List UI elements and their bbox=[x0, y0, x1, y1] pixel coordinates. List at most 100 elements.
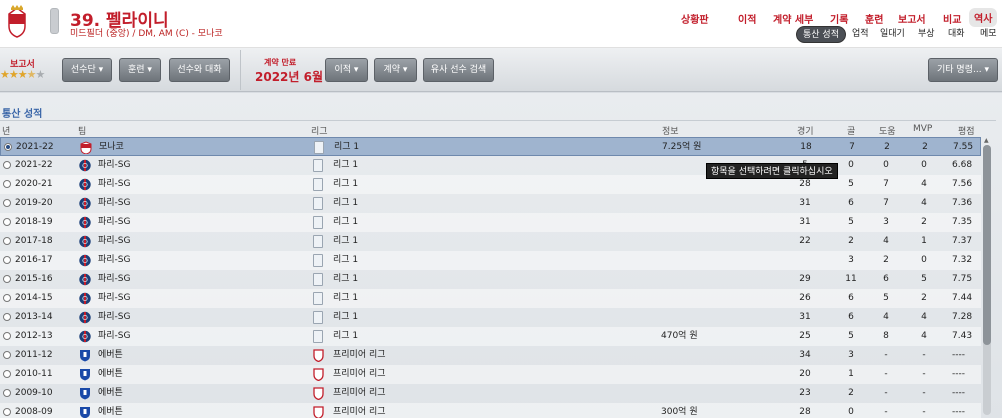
table-row[interactable]: 2018-19 파리-SG 리그 1 31 5 3 2 7.35 bbox=[0, 213, 981, 232]
nav-contract[interactable]: 계약 세부 bbox=[773, 11, 813, 26]
cell-team[interactable]: 에버튼 bbox=[98, 384, 123, 403]
table-row[interactable]: 2013-14 파리-SG 리그 1 31 6 4 4 7.28 bbox=[0, 308, 981, 327]
cell-league[interactable]: 리그 1 bbox=[333, 213, 358, 232]
row-select-radio[interactable] bbox=[3, 332, 11, 340]
col-header-year[interactable]: 년 bbox=[2, 124, 10, 137]
cell-league[interactable]: 프리미어 리그 bbox=[333, 346, 386, 365]
cell-goals: 5 bbox=[848, 217, 854, 227]
cell-team[interactable]: 에버튼 bbox=[98, 346, 123, 365]
nav-stats[interactable]: 기록 bbox=[830, 11, 848, 26]
col-header-apps[interactable]: 경기 bbox=[797, 124, 814, 137]
col-header-assists[interactable]: 도움 bbox=[879, 124, 896, 137]
row-select-radio[interactable] bbox=[3, 180, 11, 188]
cell-league[interactable]: 리그 1 bbox=[333, 175, 358, 194]
cell-league[interactable]: 리그 1 bbox=[334, 138, 359, 157]
table-row[interactable]: 2010-11 에버튼 프리미어 리그 20 1- - ---- bbox=[0, 365, 981, 384]
cell-team[interactable]: 에버튼 bbox=[98, 365, 123, 384]
cell-league[interactable]: 리그 1 bbox=[333, 251, 358, 270]
tab-biography[interactable]: 일대기 bbox=[880, 26, 905, 43]
contract-button[interactable]: 계약 ▾ bbox=[374, 58, 417, 82]
row-select-radio[interactable] bbox=[3, 370, 11, 378]
transfer-button[interactable]: 이적 ▾ bbox=[325, 58, 368, 82]
cell-team[interactable]: 파리-SG bbox=[98, 327, 131, 346]
row-select-radio[interactable] bbox=[3, 275, 11, 283]
table-row[interactable]: 2009-10 에버튼 프리미어 리그 23 2- - ---- bbox=[0, 384, 981, 403]
talk-to-player-button[interactable]: 선수와 대화 bbox=[169, 58, 230, 82]
table-row[interactable]: 2016-17 파리-SG 리그 1 3 2 0 7.32 bbox=[0, 251, 981, 270]
cell-team[interactable]: 파리-SG bbox=[98, 251, 131, 270]
cell-league[interactable]: 리그 1 bbox=[333, 156, 358, 175]
training-button[interactable]: 훈련 ▾ bbox=[119, 58, 161, 82]
cell-team[interactable]: 파리-SG bbox=[98, 194, 131, 213]
nav-transfer[interactable]: 이적 bbox=[738, 11, 756, 26]
cell-league[interactable]: 리그 1 bbox=[333, 270, 358, 289]
squad-button[interactable]: 선수단 ▾ bbox=[62, 58, 112, 82]
cell-league[interactable]: 리그 1 bbox=[333, 327, 358, 346]
cell-league[interactable]: 리그 1 bbox=[333, 308, 358, 327]
row-select-radio[interactable] bbox=[3, 218, 11, 226]
cell-league[interactable]: 프리미어 리그 bbox=[333, 384, 386, 403]
table-row[interactable]: 2012-13 파리-SG 리그 1 470억 원 25 5 8 4 7.43 bbox=[0, 327, 981, 346]
table-row[interactable]: 2014-15 파리-SG 리그 1 26 6 5 2 7.44 bbox=[0, 289, 981, 308]
row-select-radio[interactable] bbox=[3, 294, 11, 302]
tab-notes[interactable]: 메모 bbox=[980, 26, 997, 43]
cell-league[interactable]: 프리미어 리그 bbox=[333, 403, 386, 418]
cell-team[interactable]: 모나코 bbox=[99, 138, 124, 157]
cell-team[interactable]: 파리-SG bbox=[98, 175, 131, 194]
cell-team[interactable]: 파리-SG bbox=[98, 213, 131, 232]
cell-team[interactable]: 파리-SG bbox=[98, 270, 131, 289]
cell-team[interactable]: 파리-SG bbox=[98, 289, 131, 308]
table-row[interactable]: 2011-12 에버튼 프리미어 리그 34 3- - ---- bbox=[0, 346, 981, 365]
other-commands-button[interactable]: 기타 명령... ▾ bbox=[928, 58, 998, 82]
table-row[interactable]: 2017-18 파리-SG 리그 1 22 2 4 1 7.37 bbox=[0, 232, 981, 251]
ligue1-icon bbox=[313, 159, 323, 172]
premier-league-icon bbox=[313, 368, 324, 381]
tab-conversations[interactable]: 대화 bbox=[948, 26, 965, 43]
row-select-radio[interactable] bbox=[3, 256, 11, 264]
cell-league[interactable]: 리그 1 bbox=[333, 232, 358, 251]
cell-team[interactable]: 파리-SG bbox=[98, 308, 131, 327]
row-select-radio[interactable] bbox=[4, 143, 12, 151]
table-row[interactable]: 2021-22 모나코 리그 1 7.25억 원 18 7 2 2 7.55 bbox=[0, 137, 981, 156]
col-header-info[interactable]: 정보 bbox=[662, 124, 679, 137]
cell-team[interactable]: 에버튼 bbox=[98, 403, 123, 418]
tab-career-stats[interactable]: 통산 성적 bbox=[796, 26, 846, 43]
table-row[interactable]: 2015-16 파리-SG 리그 1 29 11 6 5 7.75 bbox=[0, 270, 981, 289]
col-header-rating[interactable]: 평점 bbox=[958, 124, 975, 137]
row-select-radio[interactable] bbox=[3, 161, 11, 169]
row-select-radio[interactable] bbox=[3, 313, 11, 321]
nav-reports[interactable]: 보고서 bbox=[898, 11, 926, 26]
col-header-mvp[interactable]: MVP bbox=[913, 124, 932, 134]
cell-league[interactable]: 리그 1 bbox=[333, 194, 358, 213]
player-menu-handle[interactable] bbox=[50, 8, 59, 34]
row-select-radio[interactable] bbox=[3, 351, 11, 359]
vertical-scrollbar[interactable] bbox=[983, 145, 991, 415]
scroll-up-icon[interactable]: ▲ bbox=[984, 137, 989, 144]
row-select-radio[interactable] bbox=[3, 237, 11, 245]
cell-rating: 7.44 bbox=[952, 293, 973, 303]
nav-training[interactable]: 훈련 bbox=[865, 11, 883, 26]
nav-overview[interactable]: 상황판 bbox=[681, 11, 709, 26]
row-select-radio[interactable] bbox=[3, 408, 11, 416]
row-select-radio[interactable] bbox=[3, 199, 11, 207]
col-header-team[interactable]: 팀 bbox=[78, 124, 86, 137]
cell-league[interactable]: 프리미어 리그 bbox=[333, 365, 386, 384]
cell-fee: 300억 원 bbox=[661, 407, 698, 417]
cell-team[interactable]: 파리-SG bbox=[98, 156, 131, 175]
scrollbar-thumb[interactable] bbox=[983, 145, 991, 345]
col-header-league[interactable]: 리그 bbox=[311, 124, 328, 137]
table-row[interactable]: 2019-20 파리-SG 리그 1 31 6 7 4 7.36 bbox=[0, 194, 981, 213]
premier-league-icon bbox=[313, 406, 324, 418]
cell-league[interactable]: 리그 1 bbox=[333, 289, 358, 308]
col-header-goals[interactable]: 골 bbox=[847, 124, 855, 137]
table-row[interactable]: 2008-09 에버튼 프리미어 리그 300억 원 28 0- - ---- bbox=[0, 403, 981, 418]
similar-players-button[interactable]: 유사 선수 검색 bbox=[423, 58, 494, 82]
tab-achievements[interactable]: 업적 bbox=[852, 26, 869, 43]
nav-history[interactable]: 역사 bbox=[969, 8, 998, 27]
tab-injuries[interactable]: 부상 bbox=[918, 26, 935, 43]
row-select-radio[interactable] bbox=[3, 389, 11, 397]
star-rating[interactable]: ★★★★★ bbox=[0, 68, 45, 81]
cell-team[interactable]: 파리-SG bbox=[98, 232, 131, 251]
nav-compare[interactable]: 비교 bbox=[943, 11, 961, 26]
ligue1-icon bbox=[313, 330, 323, 343]
